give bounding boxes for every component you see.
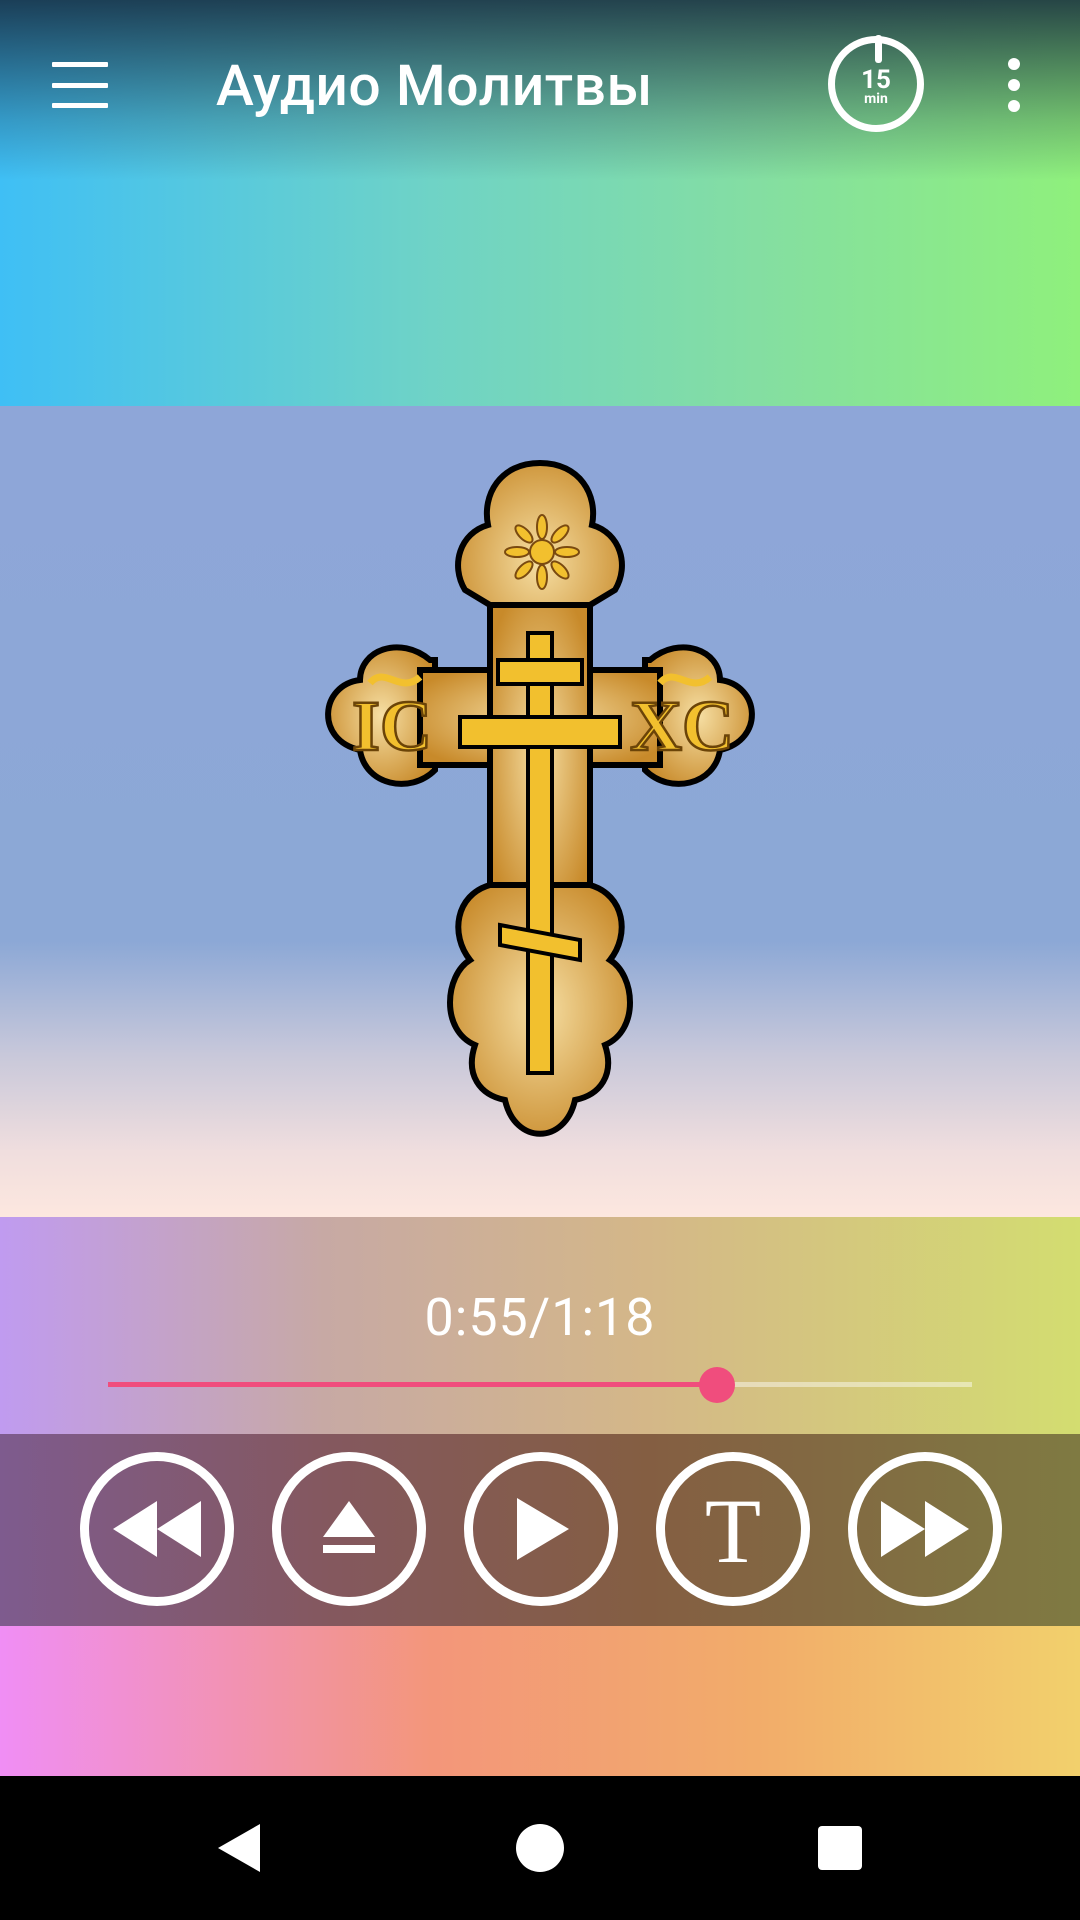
time-readout: 0:55/1:18 <box>424 1287 656 1348</box>
recents-icon[interactable] <box>818 1826 862 1870</box>
rewind-button[interactable] <box>80 1452 234 1606</box>
seek-thumb[interactable] <box>699 1367 736 1403</box>
eject-button[interactable] <box>272 1452 426 1606</box>
play-button[interactable] <box>464 1452 618 1606</box>
app-title: Аудио Молитвы <box>216 52 653 119</box>
seek-bar[interactable] <box>108 1367 972 1403</box>
orthodox-cross-icon: IC XC <box>325 459 755 1137</box>
overflow-menu-icon[interactable] <box>998 58 1030 112</box>
fast-forward-icon <box>881 1501 969 1557</box>
timer-icon <box>875 35 882 63</box>
app-header: Аудио Молитвы 15 min <box>0 0 1080 406</box>
home-icon[interactable] <box>516 1824 564 1872</box>
player-controls: T <box>0 1434 1080 1626</box>
timer-unit: min <box>864 91 888 107</box>
eject-icon <box>323 1501 375 1553</box>
inscription-right: XC <box>630 686 734 766</box>
system-nav-bar <box>0 1776 1080 1920</box>
inscription-left: IC <box>352 686 432 766</box>
sleep-timer-button[interactable]: 15 min <box>828 35 924 132</box>
timer-value: 15 <box>861 65 891 95</box>
back-icon[interactable] <box>216 1822 262 1874</box>
text-button[interactable]: T <box>656 1452 810 1606</box>
bottom-strip <box>0 1626 1080 1776</box>
menu-icon[interactable] <box>52 62 112 108</box>
text-icon: T <box>704 1480 762 1582</box>
play-icon <box>517 1498 569 1560</box>
seek-progress <box>108 1382 718 1387</box>
rewind-icon <box>113 1501 201 1557</box>
fast-forward-button[interactable] <box>848 1452 1002 1606</box>
progress-panel: 0:55/1:18 <box>0 1217 1080 1434</box>
